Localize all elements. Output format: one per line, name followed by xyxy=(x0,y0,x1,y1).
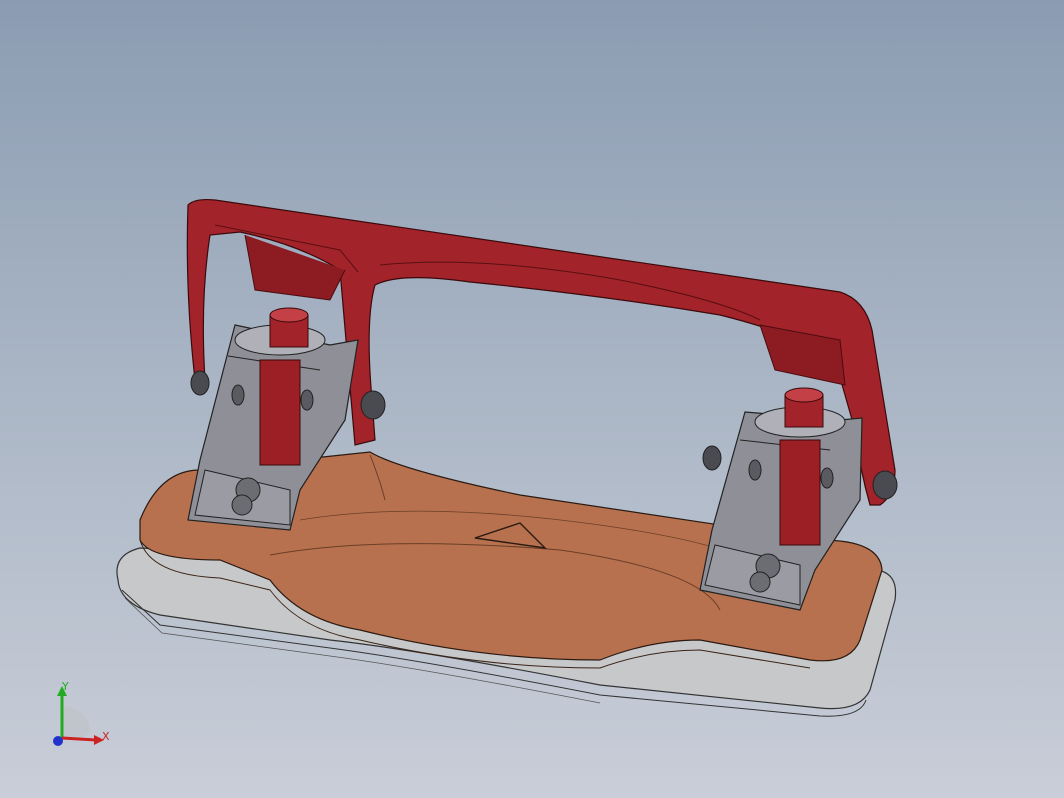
graphics-viewport[interactable]: Y X xyxy=(0,0,1064,798)
x-axis-label: X xyxy=(102,730,110,743)
x-axis-arrow xyxy=(61,736,97,742)
rivet xyxy=(231,494,253,516)
y-axis-label: Y xyxy=(61,680,69,693)
z-axis-arrow xyxy=(53,736,63,746)
hole-punch-model[interactable] xyxy=(0,0,1064,798)
pivot-pin xyxy=(190,370,210,396)
pivot-pin xyxy=(702,445,722,471)
rivet xyxy=(749,571,771,593)
triad-plane-shade xyxy=(62,706,90,740)
pivot-pin xyxy=(872,470,898,500)
pivot-pin xyxy=(360,390,386,420)
reference-triad: Y X xyxy=(53,680,110,746)
